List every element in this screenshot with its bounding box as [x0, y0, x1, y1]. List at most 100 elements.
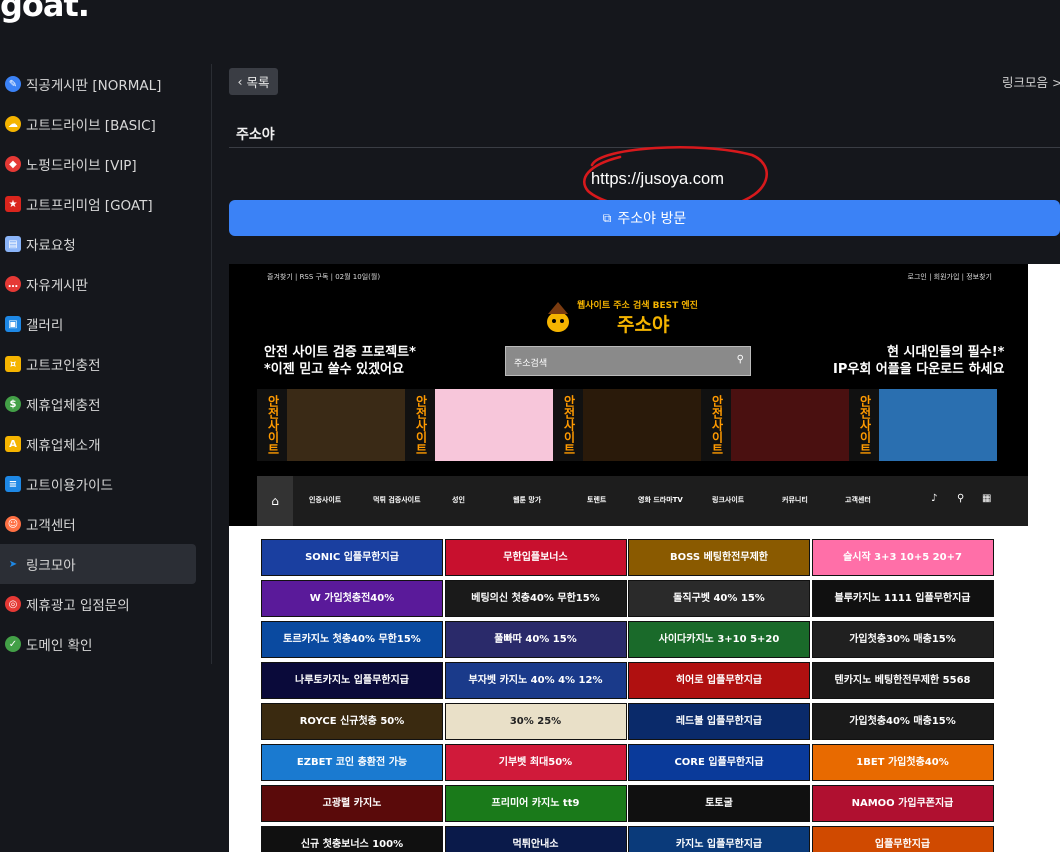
preview-ad-banner: 고광렬 카지노	[261, 785, 443, 822]
preview-ad-banner: 토르카지노 첫충40% 무한15%	[261, 621, 443, 658]
breadcrumb-link-collection[interactable]: 링크모음 >	[1002, 72, 1060, 91]
sidebar-item-4[interactable]: ★ 고트프리미엄 [GOAT]	[0, 184, 196, 224]
sidebar-item-3[interactable]: ◆ 노펑드라이브 [VIP]	[0, 144, 196, 184]
preview-ad-banner: 베팅의신 첫충40% 무한15%	[444, 580, 627, 617]
preview-menu-item: 인증사이트	[309, 496, 342, 504]
back-to-list-label: 목록	[246, 75, 270, 90]
preview-ad-banner-text: 돌직구벳 40% 15%	[673, 593, 765, 604]
sidebar-item-10[interactable]: A 제휴업체소개	[0, 424, 196, 464]
preview-ad-banner: 기부벳 최대50%	[444, 744, 627, 781]
preview-ad-banner-text: CORE 입플무한지급	[674, 757, 764, 768]
preview-brand-name: 주소야	[617, 314, 670, 336]
sidebar-item-12[interactable]: ☺ 고객센터	[0, 504, 196, 544]
sidebar-item-2[interactable]: ☁ 고트드라이브 [BASIC]	[0, 104, 196, 144]
preview-promo-right: 현 시대인들의 필수!* IP우회 어플을 다운로드 하세요	[833, 344, 1004, 378]
preview-ad-banner-text: 고광렬 카지노	[322, 798, 382, 809]
safe-site-vertical-label: 안전사이트	[257, 389, 287, 461]
preview-ad-banner-text: 무한입플보너스	[503, 552, 568, 563]
preview-ad-banner: 부자벳 카지노 40% 4% 12%	[444, 662, 627, 699]
preview-ad-banner: 히어로 입플무한지급	[628, 662, 810, 699]
preview-ad-banner: NAMOO 가입쿠폰지급	[811, 785, 994, 822]
visit-site-button[interactable]: ⧉ 주소야 방문	[229, 200, 1060, 236]
preview-ad-banner: BOSS 베팅한전무제한	[628, 539, 810, 576]
preview-menu-item: 링크사이트	[712, 496, 745, 504]
sidebar-item-label: 자료요청	[26, 238, 76, 254]
preview-safe-site-strip: 안전사이트 안전사이트 안전사이트 안전사이트 안전사이트	[257, 389, 999, 461]
back-to-list-button[interactable]: ‹ 목록	[229, 68, 278, 95]
sidebar-item-8[interactable]: ¤ 고트코인충전	[0, 344, 196, 384]
preview-ad-banner: 신규 첫충보너스 100%	[261, 826, 443, 852]
mascot-icon	[547, 302, 569, 332]
preview-promo-left: 안전 사이트 검증 프로젝트* *이젠 믿고 쓸수 있겠어요	[264, 344, 416, 378]
preview-ad-banner: 1BET 가입첫충40%	[811, 744, 994, 781]
preview-ad-banner: 레드불 입플무한지급	[628, 703, 810, 740]
promo-right-line-1: 현 시대인들의 필수!*	[887, 345, 1005, 360]
sidebar-item-label: 노펑드라이브 [VIP]	[26, 158, 137, 174]
sidebar-item-6[interactable]: … 자유게시판	[0, 264, 196, 304]
sidebar-item-label: 도메인 확인	[26, 638, 93, 654]
check-circle-icon: ✓	[5, 636, 21, 652]
preview-ad-banner-text: W 가입첫충전40%	[309, 593, 395, 604]
preview-header: 즐겨찾기 | RSS 구독 | 02월 10일(월) 로그인 | 회원가입 | …	[229, 264, 1028, 526]
preview-ad-banner: 슬시작 3+3 10+5 20+7	[811, 539, 994, 576]
pencil-icon: ✎	[5, 76, 21, 92]
sidebar-item-7[interactable]: ▣ 갤러리	[0, 304, 196, 344]
gem-icon: ◆	[5, 156, 21, 172]
preview-ad-banner: 프리미어 카지노 tt9	[444, 785, 627, 822]
document-icon: ≡	[5, 476, 21, 492]
preview-ad-banner-text: 카지노 입플무한지급	[675, 839, 763, 850]
sidebar-item-13[interactable]: ➤ 링크모아	[0, 544, 196, 584]
promo-left-line-1: 안전 사이트 검증 프로젝트*	[264, 345, 416, 360]
sidebar-item-5[interactable]: ▤ 자료요청	[0, 224, 196, 264]
sidebar-item-1[interactable]: ✎ 직공게시판 [NORMAL]	[0, 64, 196, 104]
preview-ad-banner: W 가입첫충전40%	[261, 580, 443, 617]
preview-ad-banner-text: 기부벳 최대50%	[498, 757, 573, 768]
preview-ad-banner-text: 가입첫충40% 매충15%	[849, 716, 956, 727]
app-window: goat. ✎ 직공게시판 [NORMAL] ☁ 고트드라이브 [BASIC] ◆ 노펑드…	[0, 0, 1060, 852]
preview-ad-banner-text: 레드불 입플무한지급	[675, 716, 763, 727]
sidebar-item-label: 제휴업체소개	[26, 438, 101, 454]
sidebar-item-label: 고트이용가이드	[26, 478, 113, 494]
safe-site-thumbnail	[583, 389, 701, 461]
preview-navbar: ⌂ 인증사이트 먹튀 검증사이트 성인 웹툰 망가 토렌트 영화 드라마TV 링크사이트 커뮤…	[257, 476, 1028, 526]
preview-ad-banner-text: 풀빠따 40% 15%	[494, 634, 577, 645]
preview-ad-banner-text: 사이다카지노 3+10 5+20	[658, 634, 780, 645]
sidebar-item-label: 고트프리미엄 [GOAT]	[26, 198, 153, 214]
preview-ad-banner-text: 프리미어 카지노 tt9	[491, 798, 580, 809]
preview-ad-banner-text: 토르카지노 첫충40% 무한15%	[283, 634, 421, 645]
preview-ad-banner: 돌직구벳 40% 15%	[628, 580, 810, 617]
sidebar-item-label: 고트코인충전	[26, 358, 101, 374]
cursor-icon: ➤	[8, 558, 18, 570]
preview-ad-banner: ROYCE 신규첫충 50%	[261, 703, 443, 740]
preview-ad-banner-text: 나루토카지노 입플무한지급	[295, 675, 409, 686]
preview-menu-item: 성인	[452, 496, 465, 504]
preview-ad-banner-text: NAMOO 가입쿠폰지급	[851, 798, 954, 809]
target-icon: ◎	[5, 596, 21, 612]
sidebar-item-15[interactable]: ✓ 도메인 확인	[0, 624, 196, 664]
goat-logo[interactable]: goat.	[0, 0, 90, 24]
preview-ad-banner-text: SONIC 입플무한지급	[305, 552, 399, 563]
sidebar-item-label: 자유게시판	[26, 278, 89, 294]
safe-site-vertical-label: 안전사이트	[849, 389, 879, 461]
ads-icon: A	[5, 436, 21, 452]
preview-ad-banner-text: 블루카지노 1111 입플무한지급	[834, 593, 971, 604]
preview-ad-banner-text: EZBET 코인 충환전 가능	[296, 757, 408, 768]
preview-ad-banner: 블루카지노 1111 입플무한지급	[811, 580, 994, 617]
preview-ad-banner: 카지노 입플무한지급	[628, 826, 810, 852]
coin-icon: ¤	[5, 356, 21, 372]
chat-bubble-icon: …	[5, 276, 21, 292]
sidebar-item-11[interactable]: ≡ 고트이용가이드	[0, 464, 196, 504]
sidebar-item-9[interactable]: $ 제휴업체충전	[0, 384, 196, 424]
preview-ad-banner: 30% 25%	[444, 703, 627, 740]
preview-ad-banner-text: 텐카지노 베팅한전무제한 5568	[834, 675, 971, 686]
preview-menu-item: 먹튀 검증사이트	[373, 496, 421, 504]
picture-icon: ▣	[5, 316, 21, 332]
preview-search-input: 주소검색 ⚲	[505, 346, 751, 376]
preview-ad-banner: 나루토카지노 입플무한지급	[261, 662, 443, 699]
preview-ad-banner-text: 입플무한지급	[874, 839, 931, 850]
safe-site-thumbnail	[879, 389, 997, 461]
preview-ad-banner: 먹튀안내소	[444, 826, 627, 852]
preview-ad-banner: 텐카지노 베팅한전무제한 5568	[811, 662, 994, 699]
preview-ad-banner: 입플무한지급	[811, 826, 994, 852]
sidebar-item-14[interactable]: ◎ 제휴광고 입점문의	[0, 584, 196, 624]
